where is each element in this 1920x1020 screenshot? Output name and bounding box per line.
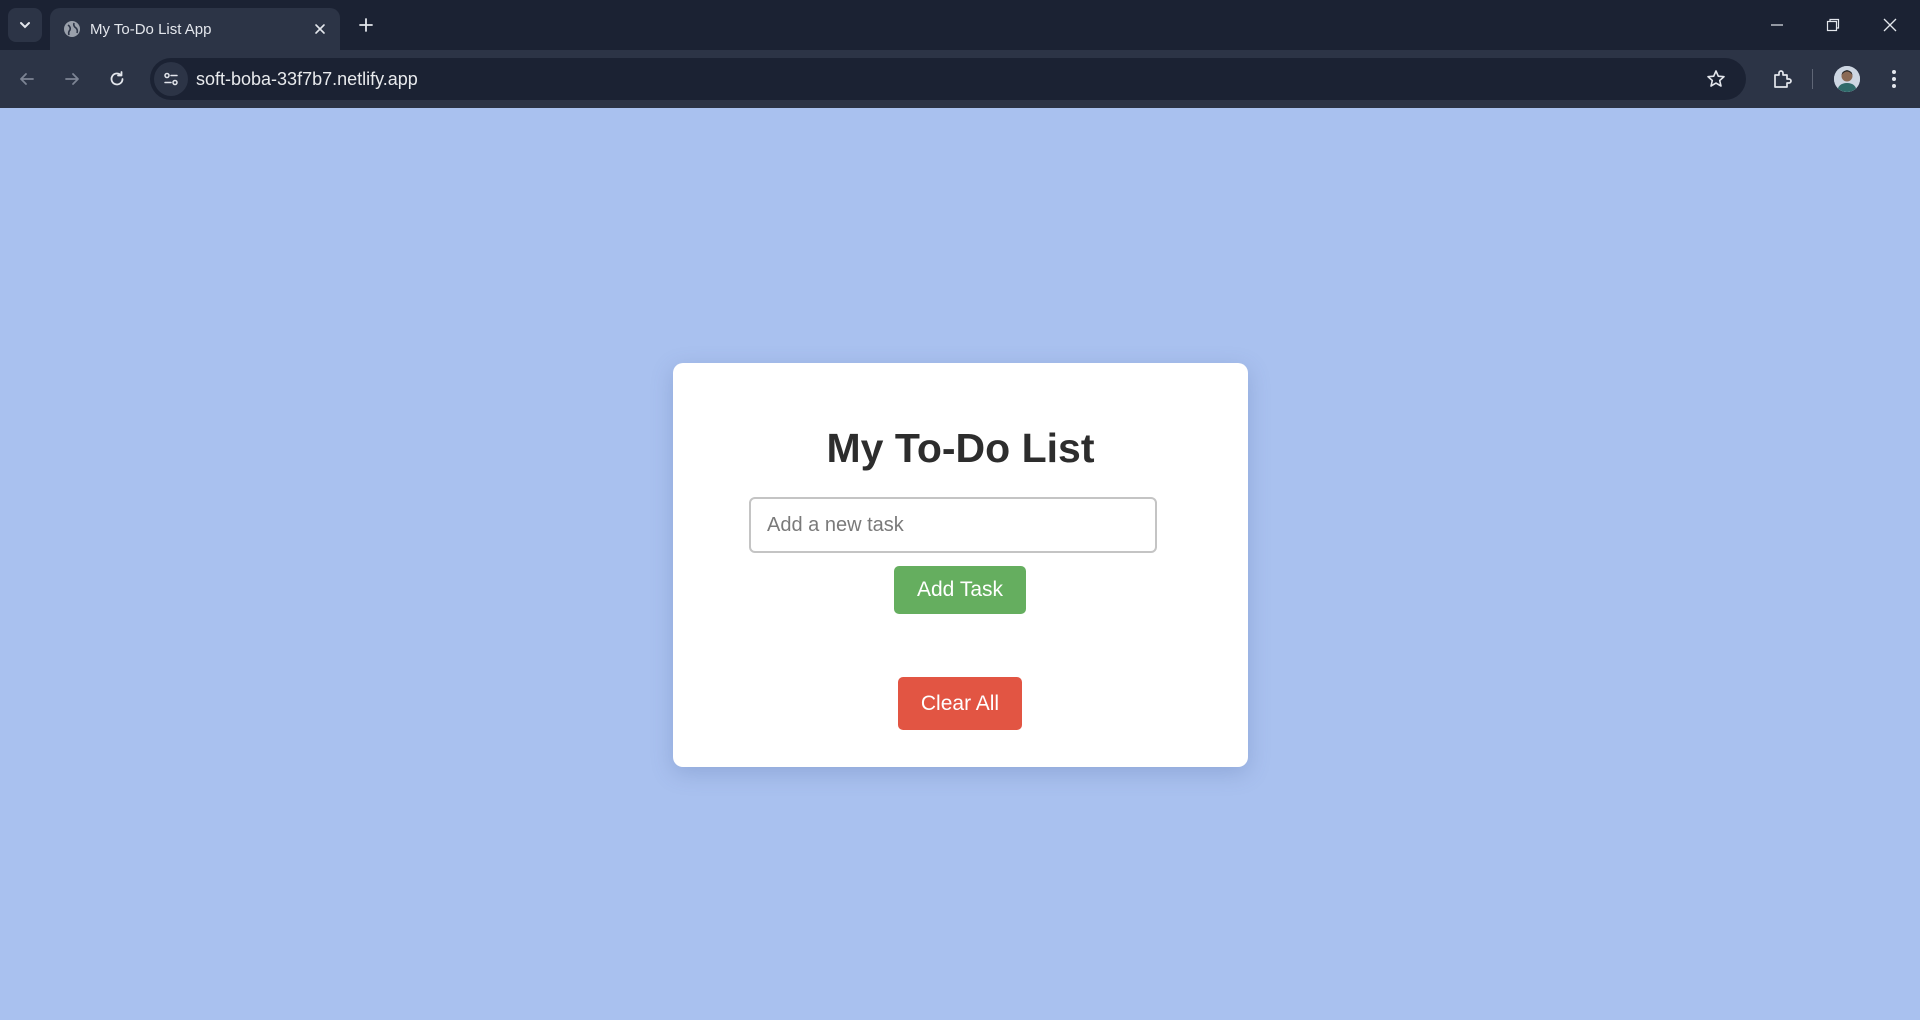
bookmark-button[interactable]	[1704, 67, 1728, 91]
minimize-button[interactable]	[1765, 13, 1789, 37]
back-arrow-icon	[20, 73, 34, 85]
minimize-icon	[1771, 24, 1783, 26]
toolbar-divider	[1812, 69, 1813, 89]
plus-icon	[359, 18, 373, 32]
tab-search-button[interactable]	[8, 8, 42, 42]
site-info-icon	[164, 72, 178, 86]
kebab-menu-icon	[1892, 70, 1896, 88]
avatar[interactable]	[1834, 66, 1860, 92]
reload-button[interactable]	[103, 65, 131, 93]
address-bar[interactable]: soft-boba-33f7b7.netlify.app	[150, 58, 1746, 100]
browser-menu-button[interactable]	[1880, 65, 1908, 93]
extensions-button[interactable]	[1768, 65, 1796, 93]
add-task-button[interactable]: Add Task	[894, 566, 1026, 614]
todo-card: My To-Do List Add Task Clear All	[673, 363, 1248, 767]
browser-tab-bar: My To-Do List App	[0, 0, 1920, 50]
url-text[interactable]: soft-boba-33f7b7.netlify.app	[196, 69, 418, 90]
back-button[interactable]	[13, 65, 41, 93]
new-task-input[interactable]	[749, 497, 1157, 553]
globe-icon	[64, 21, 80, 37]
reload-icon	[110, 71, 124, 86]
close-icon	[315, 24, 325, 34]
site-info-button[interactable]	[154, 62, 188, 96]
browser-tab[interactable]: My To-Do List App	[50, 8, 340, 50]
restore-icon	[1826, 18, 1840, 32]
clear-all-button[interactable]: Clear All	[898, 677, 1022, 730]
profile-avatar-icon	[1834, 66, 1860, 92]
window-close-button[interactable]	[1878, 13, 1902, 37]
forward-button[interactable]	[58, 65, 86, 93]
forward-arrow-icon	[65, 73, 79, 85]
restore-button[interactable]	[1821, 13, 1845, 37]
star-icon	[1707, 70, 1725, 87]
page-title: My To-Do List	[826, 425, 1095, 471]
window-close-icon	[1883, 18, 1897, 32]
new-tab-button[interactable]	[354, 13, 378, 37]
tab-title: My To-Do List App	[90, 21, 212, 38]
extensions-icon	[1774, 70, 1792, 88]
browser-toolbar: soft-boba-33f7b7.netlify.app	[0, 50, 1920, 108]
tab-close-button[interactable]	[310, 19, 330, 39]
chevron-down-icon	[20, 22, 30, 29]
